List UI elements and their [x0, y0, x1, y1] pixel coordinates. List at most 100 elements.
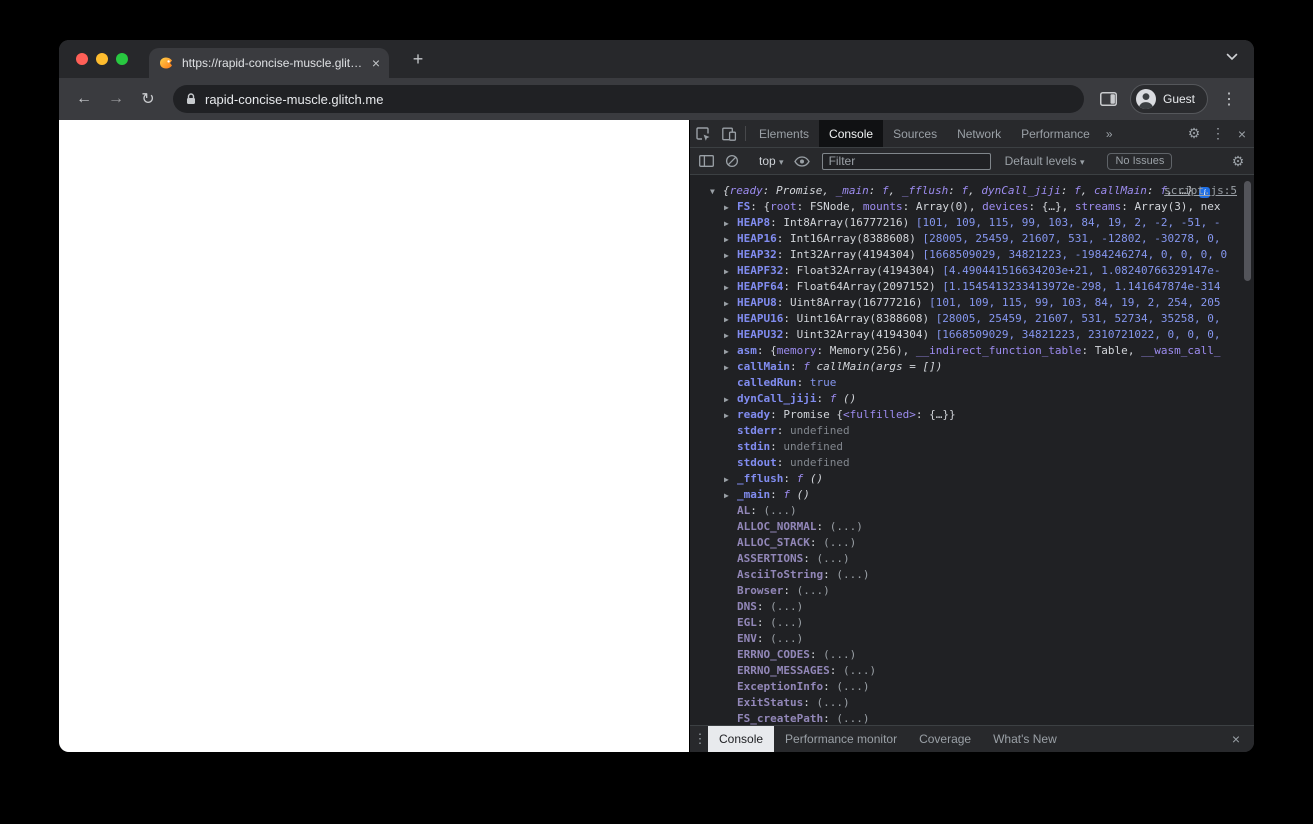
reload-button[interactable]: ↻ [133, 84, 163, 114]
getter-invoke[interactable]: (...) [836, 712, 869, 725]
getter-invoke[interactable]: (...) [843, 664, 876, 677]
context-selector[interactable]: top ▾ [755, 154, 788, 168]
clear-console-icon[interactable] [720, 150, 744, 172]
expand-arrow-icon[interactable]: ▶ [724, 280, 737, 295]
expand-arrow-icon[interactable]: ▶ [724, 488, 737, 503]
expand-arrow-icon[interactable]: ▶ [724, 328, 737, 343]
expand-arrow-icon[interactable]: ▶ [724, 392, 737, 407]
browser-menu-kebab-icon[interactable]: ⋮ [1214, 84, 1244, 114]
console-token: HEAP8 [737, 216, 771, 229]
getter-invoke[interactable]: (...) [816, 696, 849, 709]
console-token: : [750, 504, 764, 517]
console-token: Array(3) [1134, 200, 1188, 213]
glitch-favicon [158, 55, 174, 71]
tab-close-icon[interactable]: × [372, 56, 380, 70]
getter-invoke[interactable]: (...) [764, 504, 797, 517]
page-viewport[interactable] [59, 120, 689, 752]
expand-arrow-icon[interactable]: ▶ [724, 296, 737, 311]
inspect-element-icon[interactable] [690, 120, 716, 147]
live-expression-eye-icon[interactable] [790, 150, 814, 172]
drawer-tab-console[interactable]: Console [708, 726, 775, 752]
side-panel-icon[interactable] [1094, 84, 1124, 114]
expand-arrow-icon[interactable]: ▶ [724, 200, 737, 215]
profile-chip[interactable]: Guest [1129, 84, 1208, 114]
getter-invoke[interactable]: (...) [770, 616, 803, 629]
filter-input[interactable] [821, 152, 991, 170]
profile-name: Guest [1162, 92, 1195, 106]
devtools-menu-kebab-icon[interactable]: ⋮ [1206, 120, 1230, 147]
console-token: callMain(args = []) [816, 360, 943, 373]
getter-invoke[interactable]: (...) [816, 552, 849, 565]
getter-invoke[interactable]: (...) [797, 584, 830, 597]
getter-invoke[interactable]: (...) [836, 680, 869, 693]
expand-arrow-icon[interactable]: ▶ [724, 344, 737, 359]
console-token: , [849, 200, 863, 213]
expand-arrow-icon[interactable]: ▶ [724, 232, 737, 247]
tab-search-chevron-icon[interactable] [1226, 53, 1238, 61]
console-token: : [1121, 200, 1135, 213]
minimize-window-button[interactable] [96, 53, 108, 65]
drawer-tab-performance-monitor[interactable]: Performance monitor [774, 726, 908, 752]
console-token: FSNode [809, 200, 850, 213]
expand-arrow-icon[interactable]: ▶ [724, 408, 737, 423]
console-token: ERRNO_CODES [737, 648, 810, 661]
console-token: : [776, 296, 790, 309]
address-bar[interactable]: rapid-concise-muscle.glitch.me [173, 85, 1084, 113]
getter-invoke[interactable]: (...) [830, 520, 863, 533]
close-window-button[interactable] [76, 53, 88, 65]
console-token: Int16Array(8388608) [790, 232, 923, 245]
drawer-menu-kebab-icon[interactable]: ⋮ [692, 731, 708, 747]
log-levels-selector[interactable]: Default levels ▾ [999, 154, 1091, 168]
console-line: ERRNO_CODES: (...) [690, 647, 1242, 663]
console-token: , [1127, 344, 1142, 357]
console-token: : [868, 184, 882, 197]
back-button[interactable]: ← [69, 84, 99, 114]
console-settings-gear-icon[interactable]: ⚙ [1226, 153, 1250, 170]
expand-arrow-icon[interactable]: ▶ [724, 472, 737, 487]
chevron-down-icon: ▾ [1079, 157, 1085, 167]
console-line: ▶ HEAP8: Int8Array(16777216) [101, 109, 1… [690, 215, 1242, 231]
console-token: mounts [862, 200, 903, 213]
drawer-close-icon[interactable]: × [1224, 731, 1248, 747]
devtools-settings-gear-icon[interactable]: ⚙ [1182, 120, 1206, 147]
more-tabs-icon[interactable]: » [1100, 120, 1119, 147]
console-token: _fflush [737, 472, 784, 485]
console-line: ALLOC_NORMAL: (...) [690, 519, 1242, 535]
getter-invoke[interactable]: (...) [823, 648, 856, 661]
console-token: [28005, 25459, 21607, 531, -12802, -3027… [922, 232, 1221, 245]
device-toolbar-icon[interactable] [716, 120, 742, 147]
expand-arrow-icon[interactable]: ▶ [724, 216, 737, 231]
tab-network[interactable]: Network [947, 120, 1011, 147]
drawer-tab-whats-new[interactable]: What's New [982, 726, 1068, 752]
source-link[interactable]: script.js:5 [1164, 184, 1237, 197]
expand-arrow-icon[interactable]: ▶ [724, 264, 737, 279]
tab-performance[interactable]: Performance [1011, 120, 1100, 147]
getter-invoke[interactable]: (...) [770, 600, 803, 613]
tab-elements[interactable]: Elements [749, 120, 819, 147]
getter-invoke[interactable]: (...) [823, 536, 856, 549]
expand-arrow-icon[interactable]: ▶ [724, 312, 737, 327]
expand-arrow-icon[interactable]: ▼ [710, 184, 723, 199]
new-tab-button[interactable]: + [405, 46, 431, 72]
expand-arrow-icon[interactable]: ▶ [724, 360, 737, 375]
drawer-tab-coverage[interactable]: Coverage [908, 726, 982, 752]
forward-button[interactable]: → [101, 84, 131, 114]
console-token: ExitStatus [737, 696, 804, 709]
tab-console[interactable]: Console [819, 120, 884, 147]
tab-sources[interactable]: Sources [883, 120, 947, 147]
browser-tab[interactable]: https://rapid-concise-muscle.glitch.me × [149, 48, 389, 78]
console-output[interactable]: ▼ {ready: Promise, _main: f, _fflush: f, … [690, 175, 1254, 725]
console-token: FS_createPath [737, 712, 824, 725]
console-token: _fflush [901, 184, 949, 197]
expand-arrow-icon[interactable]: ▶ [724, 248, 737, 263]
console-line: ▶ HEAP16: Int16Array(8388608) [28005, 254… [690, 231, 1242, 247]
getter-invoke[interactable]: (...) [836, 568, 869, 581]
issues-counter[interactable]: No Issues [1107, 152, 1173, 170]
console-token: Array(0) [915, 200, 969, 213]
getter-invoke[interactable]: (...) [770, 632, 803, 645]
console-sidebar-icon[interactable] [694, 150, 718, 172]
console-scrollbar[interactable] [1244, 181, 1251, 281]
zoom-window-button[interactable] [116, 53, 128, 65]
devtools-close-icon[interactable]: × [1230, 120, 1254, 147]
console-token: streams [1074, 200, 1122, 213]
